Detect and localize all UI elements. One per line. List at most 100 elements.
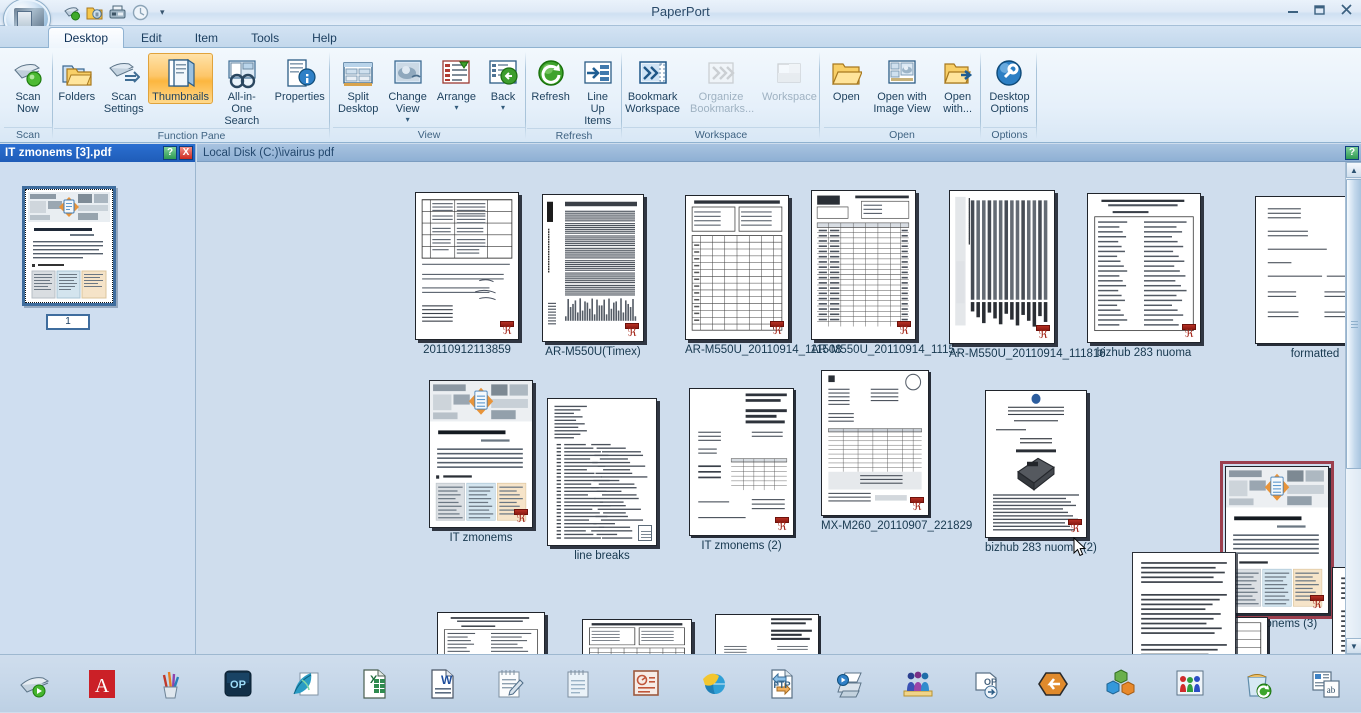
tab-help[interactable]: Help (296, 27, 353, 48)
qat-overflow-icon[interactable]: ▾ (160, 7, 165, 18)
desktop-item[interactable]: ℜAR-M550U(Timex) (542, 194, 644, 359)
chevron-down-icon[interactable]: ▾ (406, 116, 410, 123)
excel-icon[interactable]: X (356, 667, 392, 701)
thumbnails-help-button[interactable]: ? (163, 146, 177, 160)
ribbon-button-arrange[interactable]: Arrange▾ (432, 53, 481, 112)
ribbon-button-thumbnails[interactable]: Thumbnails (148, 53, 213, 104)
ribbon-button-bookmark-workspace[interactable]: BookmarkWorkspace (620, 53, 685, 116)
scrollbar-thumb[interactable] (1346, 179, 1361, 469)
scroll-down-button[interactable]: ▼ (1346, 638, 1361, 654)
send-to-item[interactable]: X (340, 655, 408, 713)
desktop-item[interactable]: ℜ (437, 612, 545, 654)
ribbon-button-properties[interactable]: Properties (270, 53, 329, 104)
recycle-refresh-icon[interactable] (1240, 667, 1276, 701)
ribbon-button-open[interactable]: Open (824, 53, 868, 104)
send-to-item[interactable] (0, 655, 68, 713)
paint-brushes-icon[interactable] (152, 667, 188, 701)
ribbon-button-scan-now[interactable]: ScanNow (6, 53, 50, 116)
desktop-item[interactable]: ℜ20110912113859 (415, 192, 519, 357)
hexagon-cluster-icon[interactable] (1104, 667, 1140, 701)
send-to-item[interactable] (544, 655, 612, 713)
history-qat-icon[interactable] (131, 3, 150, 22)
ribbon-button-open-with-image-view[interactable]: Open withImage View (868, 53, 935, 116)
desktop-item[interactable]: ℜAR-M550U_20110914_111508 (685, 195, 789, 357)
word-icon[interactable]: W (424, 667, 460, 701)
send-to-item[interactable]: OP (204, 655, 272, 713)
adobe-pdf-icon[interactable]: A (84, 667, 120, 701)
ribbon-button-desktop-options[interactable]: DesktopOptions (984, 53, 1034, 116)
ribbon-button-all-in-one-search[interactable]: All-in-OneSearch (213, 53, 270, 128)
send-to-item[interactable] (612, 655, 680, 713)
thumbnails-close-button[interactable]: X (179, 146, 193, 160)
send-to-item[interactable] (680, 655, 748, 713)
ribbon-button-refresh[interactable]: Refresh (527, 53, 574, 104)
minimize-button[interactable] (1285, 2, 1301, 16)
dp-blue-icon[interactable]: OP (220, 667, 256, 701)
tab-desktop[interactable]: Desktop (48, 27, 124, 48)
page-thumbnail-1[interactable] (22, 186, 116, 306)
desktop-folder-path: Local Disk (C:)\ivairus pdf (203, 147, 1343, 159)
feather-pen-icon[interactable] (288, 667, 324, 701)
send-to-item[interactable] (1156, 655, 1224, 713)
desktop-item[interactable]: ℜMX-M260_20110907_221829 (821, 370, 929, 533)
desktop-item[interactable]: ℜ (582, 619, 692, 654)
ribbon-button-open-with[interactable]: Openwith... (936, 53, 980, 116)
desktop-item[interactable]: ℜIT zmonems (2) (689, 388, 794, 553)
ribbon-button-back[interactable]: Back▾ (481, 53, 525, 112)
people-group-icon[interactable] (900, 667, 936, 701)
ocr-text-icon[interactable]: ab (1308, 667, 1344, 701)
print-play-icon[interactable] (832, 667, 868, 701)
send-to-item[interactable] (272, 655, 340, 713)
desktop-item[interactable]: ℜformatted (1255, 196, 1345, 361)
scroll-up-button[interactable]: ▲ (1346, 162, 1361, 178)
desktop-item[interactable]: line breaks (547, 398, 657, 563)
desktop-vertical-scrollbar[interactable]: ▲ ▼ (1345, 162, 1361, 654)
ribbon-button-line-up-items[interactable]: Line UpItems (574, 53, 621, 128)
send-to-item[interactable]: A (68, 655, 136, 713)
globe-browser-icon[interactable] (696, 667, 732, 701)
send-to-item[interactable] (1088, 655, 1156, 713)
desktop-item[interactable]: ℜAR-M550U_20110914_1115... (811, 190, 916, 357)
dp-export-icon[interactable]: OP (968, 667, 1004, 701)
print-icon[interactable] (16, 667, 52, 701)
send-to-item[interactable] (476, 655, 544, 713)
send-to-item[interactable]: FTP (748, 655, 816, 713)
notepad-icon[interactable] (560, 667, 596, 701)
send-to-item[interactable] (1020, 655, 1088, 713)
scan-qat-icon[interactable] (62, 3, 81, 22)
send-to-item[interactable] (816, 655, 884, 713)
ribbon-button-scan-settings[interactable]: ScanSettings (100, 53, 149, 116)
colored-people-icon[interactable] (1172, 667, 1208, 701)
fax-qat-icon[interactable] (108, 3, 127, 22)
desktop-help-button[interactable]: ? (1345, 146, 1359, 160)
tab-item[interactable]: Item (179, 27, 234, 48)
desktop-item[interactable]: ℜ (1332, 567, 1345, 654)
chevron-down-icon[interactable]: ▾ (501, 104, 505, 111)
ribbon-button-split-desktop[interactable]: SplitDesktop (333, 53, 383, 116)
send-to-item[interactable] (136, 655, 204, 713)
send-to-item[interactable]: OP (952, 655, 1020, 713)
desktop-item-selected[interactable]: ℜIT zmonems (3) (1225, 466, 1329, 631)
desktop-item[interactable]: ℜAR-M550U_20110914_111816 (949, 190, 1055, 361)
desktop-item[interactable]: ℜbizhub 283 nuoma (2) (985, 390, 1087, 555)
tab-tools[interactable]: Tools (235, 27, 295, 48)
send-to-item[interactable] (884, 655, 952, 713)
desktop-item[interactable]: ℜIT zmonems (429, 380, 533, 545)
desktop-items-area[interactable]: ℜ20110912113859 ℜAR-M550U(Timex) ℜAR-M55… (197, 162, 1345, 654)
send-to-item[interactable]: W (408, 655, 476, 713)
ribbon-button-change-view[interactable]: ChangeView▾ (383, 53, 432, 124)
close-button[interactable] (1339, 2, 1355, 16)
desktop-item[interactable]: ℜbizhub 283 nuoma (1087, 193, 1201, 360)
restore-button[interactable] (1312, 2, 1328, 16)
orange-hexagon-icon[interactable] (1036, 667, 1072, 701)
folder-qat-icon[interactable] (85, 3, 104, 22)
ftp-icon[interactable]: FTP (764, 667, 800, 701)
notepad-pen-icon[interactable] (492, 667, 528, 701)
powerpoint-icon[interactable] (628, 667, 664, 701)
ribbon-button-folders[interactable]: Folders (54, 53, 100, 104)
send-to-item[interactable]: ab (1292, 655, 1360, 713)
tab-edit[interactable]: Edit (125, 27, 178, 48)
chevron-down-icon[interactable]: ▾ (454, 104, 458, 111)
desktop-item[interactable]: ℜ (715, 614, 819, 654)
send-to-item[interactable] (1224, 655, 1292, 713)
